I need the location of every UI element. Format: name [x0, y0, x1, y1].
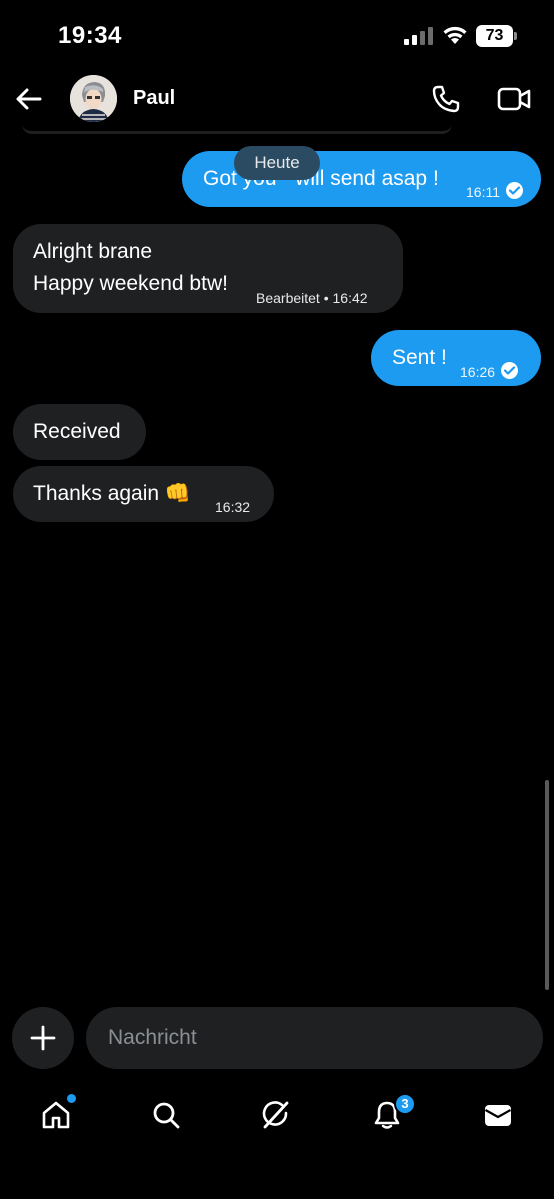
- video-call-icon[interactable]: [497, 85, 531, 113]
- message-text: Thanks again 👊: [33, 482, 192, 505]
- message-edited-time: Bearbeitet • 16:42: [256, 290, 368, 306]
- message-time: 16:26: [460, 364, 496, 380]
- plus-icon: [30, 1025, 56, 1051]
- message-text: Received: [33, 420, 121, 443]
- message-bubble-received[interactable]: Alright brane Happy weekend btw! Bearbei…: [13, 224, 403, 313]
- grok-icon: [262, 1101, 289, 1129]
- scrollbar[interactable]: [545, 780, 549, 990]
- message-bubble-received[interactable]: Received: [13, 404, 146, 460]
- read-check-icon: [506, 182, 523, 199]
- message-bubble-sent[interactable]: Sent ! 16:26: [371, 330, 541, 386]
- envelope-icon: [484, 1105, 512, 1126]
- add-attachment-button[interactable]: [12, 1007, 74, 1069]
- contact-avatar[interactable]: [70, 75, 117, 122]
- message-bubble-received[interactable]: Thanks again 👊 16:32: [13, 466, 274, 522]
- back-arrow-icon[interactable]: [14, 84, 44, 114]
- notification-badge: 3: [394, 1093, 416, 1115]
- status-time: 19:34: [58, 22, 122, 49]
- nav-grok[interactable]: [246, 1085, 306, 1145]
- message-text-line: Happy weekend btw!: [33, 272, 228, 295]
- battery-level: 73: [476, 25, 513, 47]
- status-bar: 19:34 73: [0, 0, 554, 70]
- message-time: 16:32: [215, 499, 251, 515]
- read-check-icon: [501, 362, 519, 379]
- search-icon: [153, 1102, 180, 1129]
- message-meta: 16:11: [466, 175, 523, 208]
- previous-message-edge: [22, 124, 452, 134]
- message-time: 16:11: [466, 184, 500, 200]
- bottom-nav: 3: [0, 1085, 554, 1145]
- nav-home[interactable]: [26, 1085, 86, 1145]
- contact-name[interactable]: Paul: [133, 87, 175, 110]
- message-text: Sent !: [392, 346, 447, 369]
- unread-dot: [67, 1094, 76, 1103]
- home-icon: [42, 1101, 70, 1129]
- nav-messages[interactable]: [468, 1085, 528, 1145]
- message-text-line: Alright brane: [33, 240, 153, 263]
- message-meta: 16:26: [460, 355, 519, 388]
- phone-call-icon[interactable]: [430, 83, 462, 115]
- wifi-icon: [443, 26, 467, 44]
- cellular-signal-icon: [404, 27, 433, 45]
- battery-icon: 73: [476, 25, 518, 47]
- date-separator: Heute: [234, 146, 320, 180]
- chat-header: Paul: [0, 70, 554, 128]
- message-input[interactable]: [86, 1007, 543, 1069]
- nav-notifications[interactable]: 3: [357, 1085, 417, 1145]
- nav-search[interactable]: [136, 1085, 196, 1145]
